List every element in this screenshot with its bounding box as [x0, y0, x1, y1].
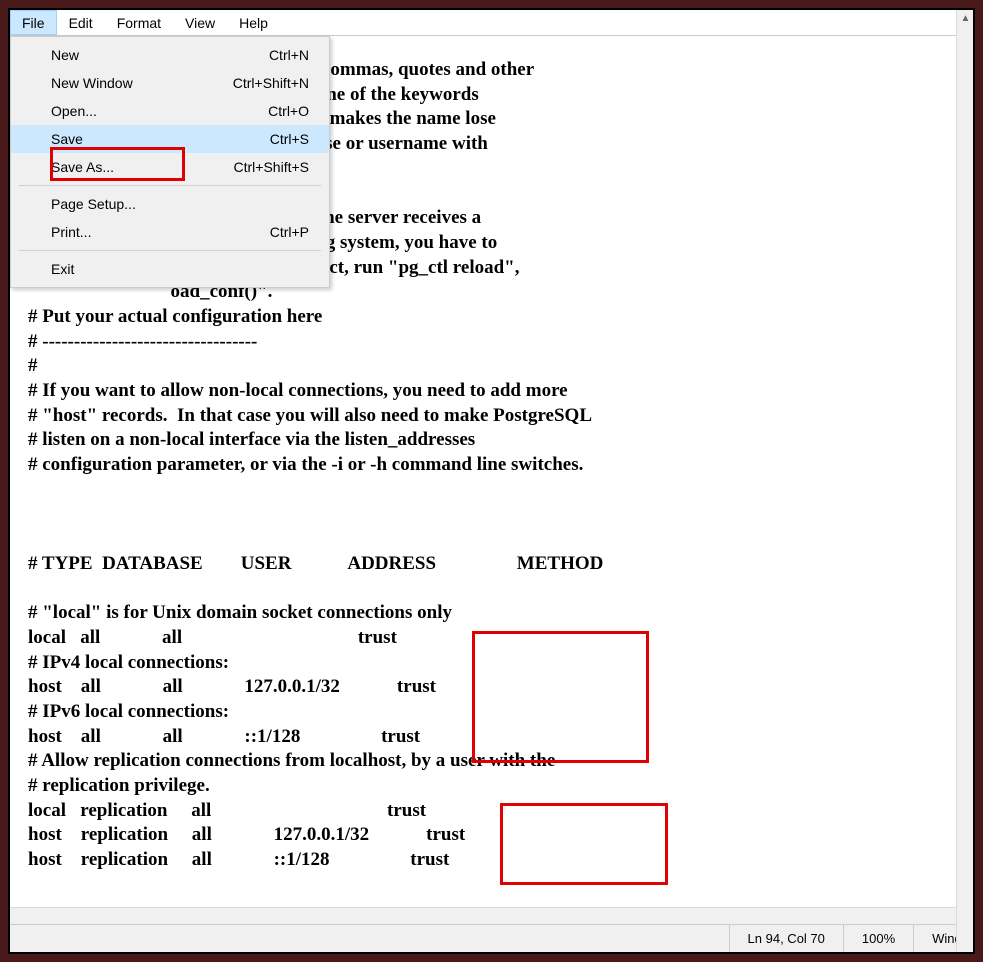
menubar-help[interactable]: Help — [227, 10, 280, 35]
menu-item-shortcut: Ctrl+O — [268, 103, 309, 119]
menu-item-label: Save As... — [51, 159, 114, 175]
menu-item-shortcut: Ctrl+S — [270, 131, 309, 147]
menubar-file[interactable]: File — [10, 10, 57, 35]
menubar-edit[interactable]: Edit — [57, 10, 105, 35]
menubar: File Edit Format View Help — [10, 10, 973, 36]
status-position: Ln 94, Col 70 — [729, 925, 843, 952]
menu-item-label: Print... — [51, 224, 91, 240]
vertical-scrollbar[interactable]: ▲ — [956, 36, 973, 907]
menu-item-label: Save — [51, 131, 83, 147]
menu-item-shortcut: Ctrl+Shift+N — [233, 75, 309, 91]
notepad-window: File Edit Format View Help New Ctrl+N Ne… — [8, 8, 975, 954]
menu-item-label: New Window — [51, 75, 133, 91]
menu-item-shortcut: Ctrl+N — [269, 47, 309, 63]
menu-separator — [19, 185, 321, 186]
menubar-format[interactable]: Format — [105, 10, 173, 35]
menu-save-as[interactable]: Save As... Ctrl+Shift+S — [11, 153, 329, 181]
file-menu-dropdown: New Ctrl+N New Window Ctrl+Shift+N Open.… — [10, 36, 330, 288]
menu-page-setup[interactable]: Page Setup... — [11, 190, 329, 218]
menu-print[interactable]: Print... Ctrl+P — [11, 218, 329, 246]
menu-new-window[interactable]: New Window Ctrl+Shift+N — [11, 69, 329, 97]
menu-item-shortcut: Ctrl+P — [270, 224, 309, 240]
menu-item-label: Page Setup... — [51, 196, 136, 212]
menu-save[interactable]: Save Ctrl+S — [11, 125, 329, 153]
menu-separator — [19, 250, 321, 251]
menubar-view[interactable]: View — [173, 10, 227, 35]
menu-item-label: New — [51, 47, 79, 63]
menu-item-label: Open... — [51, 103, 97, 119]
menu-item-label: Exit — [51, 261, 74, 277]
menu-item-shortcut: Ctrl+Shift+S — [234, 159, 309, 175]
menu-new[interactable]: New Ctrl+N — [11, 41, 329, 69]
status-zoom: 100% — [843, 925, 913, 952]
horizontal-scrollbar[interactable] — [10, 907, 973, 924]
menu-open[interactable]: Open... Ctrl+O — [11, 97, 329, 125]
statusbar: Ln 94, Col 70 100% Windo — [10, 924, 973, 952]
menu-exit[interactable]: Exit — [11, 255, 329, 283]
